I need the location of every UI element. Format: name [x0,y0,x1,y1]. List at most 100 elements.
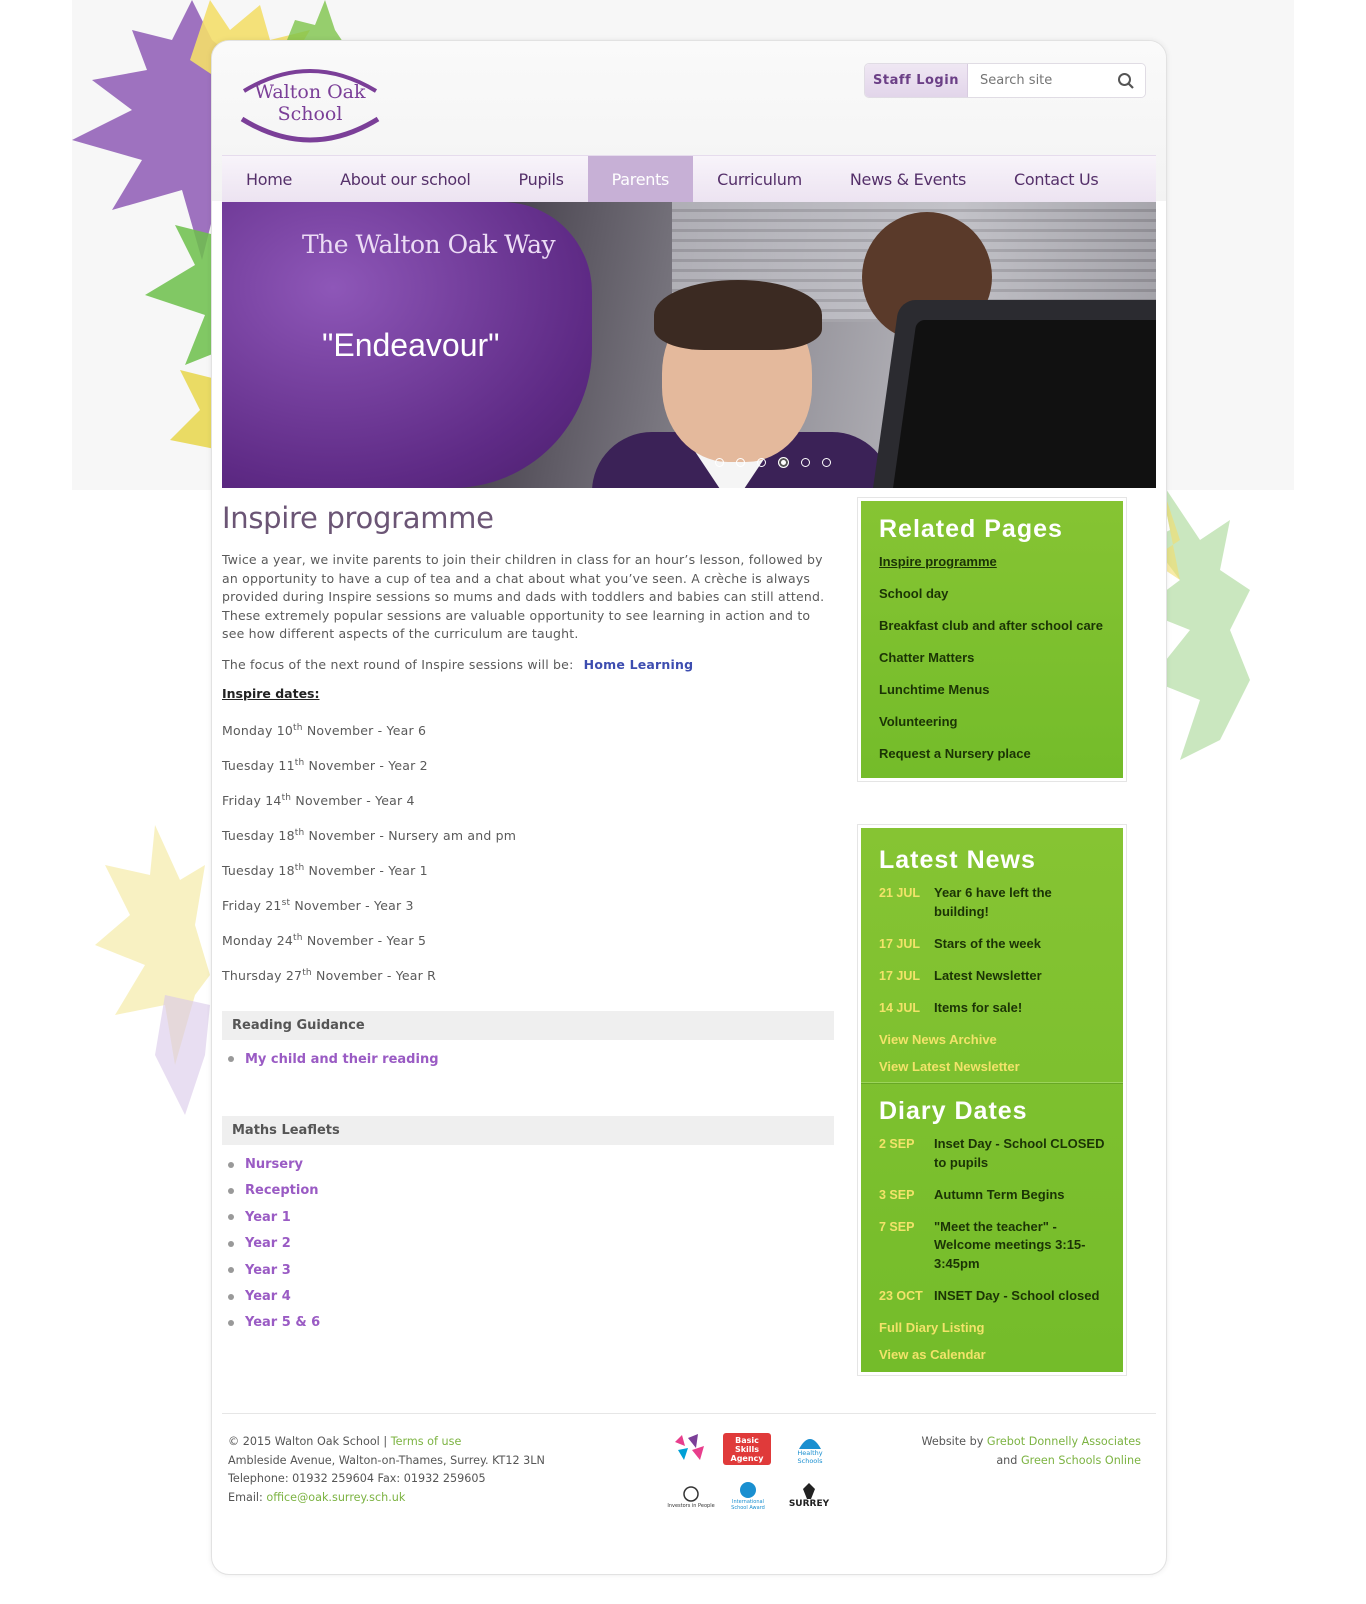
related-pages-title: Related Pages [879,515,1063,543]
hero-quote: "Endeavour" [322,327,500,363]
bullet-icon [228,1187,234,1194]
slider-dot-2[interactable] [736,458,745,467]
list-item[interactable]: Reception [228,1178,834,1204]
diary-item[interactable]: 7 SEP "Meet the teacher" - Welcome meetin… [879,1218,1105,1274]
list-item[interactable]: Year 5 & 6 [228,1310,834,1336]
list-item[interactable]: Year 1 [228,1204,834,1230]
laurel-icon [683,1486,699,1502]
nav-item-about[interactable]: About our school [316,156,494,202]
slider-dot-1[interactable] [715,458,724,467]
maths-link-year1[interactable]: Year 1 [245,1210,291,1225]
footer-credit-row-2: and Green Schools Online [921,1452,1141,1471]
basic-skills-logo: Basic Skills Agency [723,1433,771,1465]
latest-news-title: Latest News [879,846,1036,874]
related-link-nursery-place[interactable]: Request a Nursery place [879,745,1105,764]
copyright-text: © 2015 Walton Oak School | [228,1435,388,1448]
diary-item[interactable]: 2 SEP Inset Day - School CLOSED to pupils [879,1135,1105,1172]
surrey-emblem-icon [803,1483,815,1499]
diary-title[interactable]: "Meet the teacher" - Welcome meetings 3:… [934,1218,1105,1274]
nav-item-pupils[interactable]: Pupils [495,156,588,202]
related-link-school-day[interactable]: School day [879,585,1105,604]
maths-leaflets-heading: Maths Leaflets [222,1116,834,1146]
diary-title[interactable]: Autumn Term Begins [934,1186,1065,1205]
maths-link-nursery[interactable]: Nursery [245,1157,303,1172]
intro-paragraph: Twice a year, we invite parents to join … [222,552,825,641]
calendar-view-link[interactable]: View as Calendar [879,1346,1105,1364]
related-link-chatter-matters[interactable]: Chatter Matters [879,649,1105,668]
and-text: and [996,1453,1018,1467]
news-date: 17 JUL [879,968,920,983]
school-logo[interactable]: Walton Oak School [232,61,388,145]
maths-link-year2[interactable]: Year 2 [245,1236,291,1251]
maths-link-reception[interactable]: Reception [245,1183,319,1198]
reading-link[interactable]: My child and their reading [245,1052,439,1067]
news-title[interactable]: Stars of the week [934,935,1041,954]
news-diary-panel: Latest News 21 JUL Year 6 have left the b… [861,828,1123,1372]
related-link-inspire[interactable]: Inspire programme [879,553,1105,572]
news-date: 21 JUL [879,886,920,900]
news-title[interactable]: Latest Newsletter [934,967,1042,986]
bullet-icon [228,1056,234,1063]
page-title: Inspire programme [222,501,494,535]
reading-guidance-heading: Reading Guidance [222,1011,834,1040]
news-item[interactable]: 14 JUL Items for sale! [879,999,1105,1018]
news-archive-link[interactable]: View News Archive [879,1031,1105,1049]
nav-item-curriculum[interactable]: Curriculum [693,156,826,202]
home-learning-link[interactable]: Home Learning [584,657,694,672]
related-link-volunteering[interactable]: Volunteering [879,713,1105,732]
footer-phone: Telephone: 01932 259604 Fax: 01932 25960… [228,1472,486,1485]
focus-paragraph: The focus of the next round of Inspire s… [222,656,834,675]
nav-item-contact[interactable]: Contact Us [990,156,1122,202]
footer-copyright-row: © 2015 Walton Oak School | Terms of use [228,1433,545,1452]
news-item[interactable]: 17 JUL Latest Newsletter [879,967,1105,986]
staff-login-button[interactable]: Staff Login [865,64,968,97]
latest-newsletter-link[interactable]: View Latest Newsletter [879,1058,1105,1076]
footer-email-row: Email: office@oak.surrey.sch.uk [228,1489,545,1508]
news-title[interactable]: Items for sale! [934,999,1022,1018]
agency-link[interactable]: Grebot Donnelly Associates [987,1435,1141,1448]
diary-date: 2 SEP [879,1137,915,1151]
nav-item-parents[interactable]: Parents [587,156,694,202]
list-item[interactable]: Year 2 [228,1231,834,1257]
related-link-breakfast-club[interactable]: Breakfast club and after school care [879,617,1105,636]
focus-text: The focus of the next round of Inspire s… [222,656,574,672]
bullet-icon [228,1240,234,1247]
bullet-icon [228,1267,234,1274]
slider-dot-3[interactable] [757,458,766,467]
slider-dot-4[interactable] [778,457,789,468]
diary-item[interactable]: 3 SEP Autumn Term Begins [879,1186,1105,1205]
header-tools: Staff Login [864,63,1146,98]
list-item[interactable]: Nursery [228,1151,834,1177]
news-item[interactable]: 21 JUL Year 6 have left the building! [879,884,1105,921]
list-item[interactable]: Year 3 [228,1257,834,1283]
search-icon[interactable] [1117,72,1135,90]
news-title[interactable]: Year 6 have left the building! [934,884,1105,921]
bullet-icon [228,1214,234,1221]
nav-item-news-events[interactable]: News & Events [826,156,990,202]
nav-item-home[interactable]: Home [222,156,316,202]
footer-address: Ambleside Avenue, Walton-on-Thames, Surr… [228,1453,545,1467]
diary-date: 3 SEP [879,1187,915,1202]
maths-link-year4[interactable]: Year 4 [245,1289,291,1304]
logo-line2: School [277,103,343,125]
footer-contact: © 2015 Walton Oak School | Terms of use … [228,1433,545,1507]
related-link-lunchtime-menus[interactable]: Lunchtime Menus [879,681,1105,700]
maths-link-year5-6[interactable]: Year 5 & 6 [245,1315,320,1330]
email-link[interactable]: office@oak.surrey.sch.uk [266,1491,405,1504]
date-row: Monday 10th November - Year 6 [222,723,427,739]
inspire-dates-list: Monday 10th November - Year 6 Tuesday 11… [222,715,834,995]
diary-title[interactable]: INSET Day - School closed [934,1287,1099,1306]
slider-dot-5[interactable] [801,458,810,467]
diary-item[interactable]: 23 OCT INSET Day - School closed [879,1287,1105,1306]
hero-slider: The Walton Oak Way "Endeavour" [222,202,1156,488]
full-diary-link[interactable]: Full Diary Listing [879,1319,1105,1337]
diary-title[interactable]: Inset Day - School CLOSED to pupils [934,1135,1105,1172]
maths-link-year3[interactable]: Year 3 [245,1263,291,1278]
terms-link[interactable]: Terms of use [391,1435,462,1448]
news-item[interactable]: 17 JUL Stars of the week [879,935,1105,954]
list-item[interactable]: Year 4 [228,1283,834,1309]
partner-link[interactable]: Green Schools Online [1021,1454,1141,1467]
list-item[interactable]: My child and their reading [228,1046,834,1072]
globe-icon [740,1482,756,1498]
slider-dot-6[interactable] [822,458,831,467]
